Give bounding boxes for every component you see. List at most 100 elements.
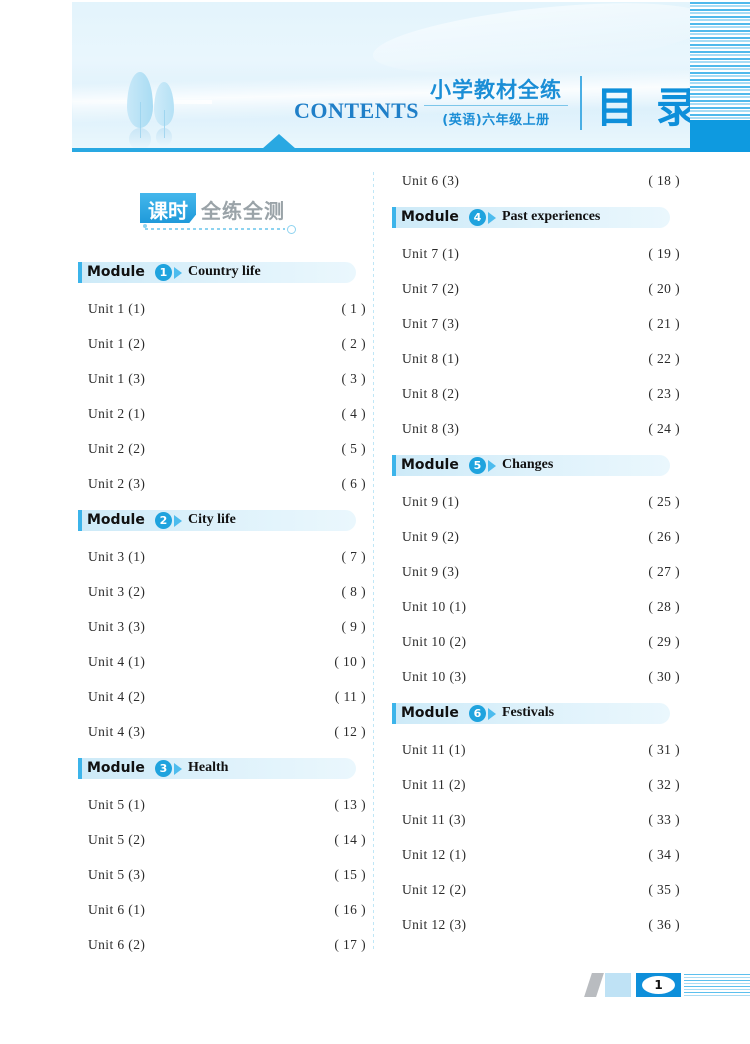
toc-entry-page-number: ( 13 ) <box>334 797 366 812</box>
toc-entry-label: Unit 7 (3) <box>402 316 460 331</box>
toc-entry[interactable]: Unit 3 (2) ( 8 ) <box>78 583 366 601</box>
toc-entry[interactable]: Unit 4 (3) ( 12 ) <box>78 723 366 741</box>
toc-entry-leader-dots <box>469 881 633 894</box>
toc-entry-page-number: ( 6 ) <box>341 476 366 491</box>
toc-entry[interactable]: Unit 12 (1) ( 34 ) <box>392 846 680 864</box>
toc-entry-label: Unit 6 (1) <box>88 902 146 917</box>
toc-entry[interactable]: Unit 10 (2) ( 29 ) <box>392 633 680 651</box>
toc-entry-page-number: ( 14 ) <box>334 832 366 847</box>
toc-entry-page-number: ( 7 ) <box>341 549 366 564</box>
toc-entry-leader-dots <box>469 598 633 611</box>
toc-entry[interactable]: Unit 10 (3) ( 30 ) <box>392 668 680 686</box>
section-badge-tag-label: 课时 <box>148 199 188 223</box>
module-label: Module <box>401 705 459 721</box>
toc-entry[interactable]: Unit 9 (2) ( 26 ) <box>392 528 680 546</box>
title-vertical-divider <box>580 76 582 130</box>
toc-entry[interactable]: Unit 1 (2) ( 2 ) <box>78 335 366 353</box>
toc-entry[interactable]: Unit 3 (3) ( 9 ) <box>78 618 366 636</box>
toc-entry-label: Unit 8 (3) <box>402 421 460 436</box>
toc-left-column: Module 1 Country life Unit 1 (1)( 1 ) Unit 1… <box>78 262 366 971</box>
toc-entry[interactable]: Unit 1 (3) ( 3 ) <box>78 370 366 388</box>
toc-entry[interactable]: Unit 2 (1) ( 4 ) <box>78 405 366 423</box>
toc-entry[interactable]: Unit 5 (2) ( 14 ) <box>78 831 366 849</box>
toc-entry[interactable]: Unit 2 (3) ( 6 ) <box>78 475 366 493</box>
toc-entry-page-number: ( 2 ) <box>341 336 366 351</box>
toc-entry-leader-dots <box>148 475 319 488</box>
toc-entry[interactable]: Unit 11 (3) ( 33 ) <box>392 811 680 829</box>
toc-entry[interactable]: Unit 2 (2) ( 5 ) <box>78 440 366 458</box>
toc-entry-leader-dots <box>148 831 319 844</box>
toc-entry-page-number: ( 5 ) <box>341 441 366 456</box>
toc-entry-label: Unit 3 (3) <box>88 619 146 634</box>
toc-entry-page-number: ( 27 ) <box>648 564 680 579</box>
toc-entry-leader-dots <box>148 936 319 949</box>
toc-entry[interactable]: Unit 11 (2) ( 32 ) <box>392 776 680 794</box>
toc-entry-leader-dots <box>148 300 319 313</box>
page-footer: 1 <box>584 972 750 998</box>
toc-entry[interactable]: Unit 5 (3) ( 15 ) <box>78 866 366 884</box>
toc-entry[interactable]: Unit 6 (1) ( 16 ) <box>78 901 366 919</box>
right-edge-stripes-decoration <box>690 0 750 120</box>
toc-entry-label: Unit 12 (2) <box>402 882 467 897</box>
module-number-badge: 2 <box>155 512 172 529</box>
toc-entry[interactable]: Unit 5 (1) ( 13 ) <box>78 796 366 814</box>
toc-entry-leader-dots <box>462 350 633 363</box>
toc-entry-page-number: ( 12 ) <box>334 724 366 739</box>
module-label: Module <box>401 457 459 473</box>
toc-entry-label: Unit 4 (3) <box>88 724 146 739</box>
toc-entry-leader-dots <box>148 653 319 666</box>
toc-entry-page-number: ( 26 ) <box>648 529 680 544</box>
toc-entry[interactable]: Unit 11 (1) ( 31 ) <box>392 741 680 759</box>
toc-entry[interactable]: Unit 8 (3) ( 24 ) <box>392 420 680 438</box>
toc-entry[interactable]: Unit 6 (2) ( 17 ) <box>78 936 366 954</box>
toc-entry-label: Unit 2 (3) <box>88 476 146 491</box>
toc-entry-leader-dots <box>148 548 319 561</box>
toc-entry-page-number: ( 8 ) <box>341 584 366 599</box>
toc-entry-leader-dots <box>469 668 633 681</box>
module-title: Country life <box>188 264 261 279</box>
toc-entry-label: Unit 3 (1) <box>88 549 146 564</box>
toc-entry-label: Unit 1 (1) <box>88 301 146 316</box>
module-title: Festivals <box>502 705 555 720</box>
toc-entry-page-number: ( 4 ) <box>341 406 366 421</box>
toc-entry-page-number: ( 29 ) <box>648 634 680 649</box>
toc-entry-label: Unit 10 (3) <box>402 669 467 684</box>
toc-entry[interactable]: Unit 8 (1) ( 22 ) <box>392 350 680 368</box>
toc-entry-page-number: ( 9 ) <box>341 619 366 634</box>
page-title: 目录 <box>596 83 690 132</box>
module-number-badge: 5 <box>469 457 486 474</box>
toc-entry[interactable]: Unit 7 (1) ( 19 ) <box>392 245 680 263</box>
toc-entry-page-number: ( 30 ) <box>648 669 680 684</box>
book-title-subtitle: (英语)六年级上册 <box>442 113 550 128</box>
module-accent-bar <box>392 207 396 228</box>
toc-entry[interactable]: Unit 4 (1) ( 10 ) <box>78 653 366 671</box>
toc-entry-label: Unit 1 (3) <box>88 371 146 386</box>
toc-entry[interactable]: Unit 12 (2) ( 35 ) <box>392 881 680 899</box>
toc-entry-leader-dots <box>462 420 633 433</box>
toc-entry[interactable]: Unit 10 (1) ( 28 ) <box>392 598 680 616</box>
toc-entry[interactable]: Unit 6 (3) ( 18 ) <box>392 172 680 190</box>
toc-entry[interactable]: Unit 3 (1) ( 7 ) <box>78 548 366 566</box>
contents-heading: CONTENTS <box>294 98 420 123</box>
toc-entry-leader-dots <box>148 335 319 348</box>
badge-dot-end-decoration <box>287 225 296 234</box>
toc-entry[interactable]: Unit 7 (2) ( 20 ) <box>392 280 680 298</box>
toc-entry-label: Unit 3 (2) <box>88 584 146 599</box>
toc-entry[interactable]: Unit 4 (2) ( 11 ) <box>78 688 366 706</box>
toc-entry-page-number: ( 16 ) <box>334 902 366 917</box>
toc-entry-leader-dots <box>148 866 319 879</box>
toc-entry-page-number: ( 24 ) <box>648 421 680 436</box>
badge-dotted-underline <box>145 228 285 230</box>
toc-entry-label: Unit 12 (1) <box>402 847 467 862</box>
footer-light-block-decoration <box>605 973 631 997</box>
toc-entry[interactable]: Unit 9 (3) ( 27 ) <box>392 563 680 581</box>
toc-entry[interactable]: Unit 7 (3) ( 21 ) <box>392 315 680 333</box>
toc-entry-label: Unit 10 (2) <box>402 634 467 649</box>
toc-entry[interactable]: Unit 8 (2) ( 23 ) <box>392 385 680 403</box>
toc-entry[interactable]: Unit 1 (1) ( 1 ) <box>78 300 366 318</box>
book-title-main: 小学教材全练 <box>430 78 562 102</box>
toc-entry[interactable]: Unit 12 (3) ( 36 ) <box>392 916 680 934</box>
module-accent-bar <box>392 455 396 476</box>
toc-entry[interactable]: Unit 9 (1) ( 25 ) <box>392 493 680 511</box>
arrow-right-icon <box>174 267 182 279</box>
